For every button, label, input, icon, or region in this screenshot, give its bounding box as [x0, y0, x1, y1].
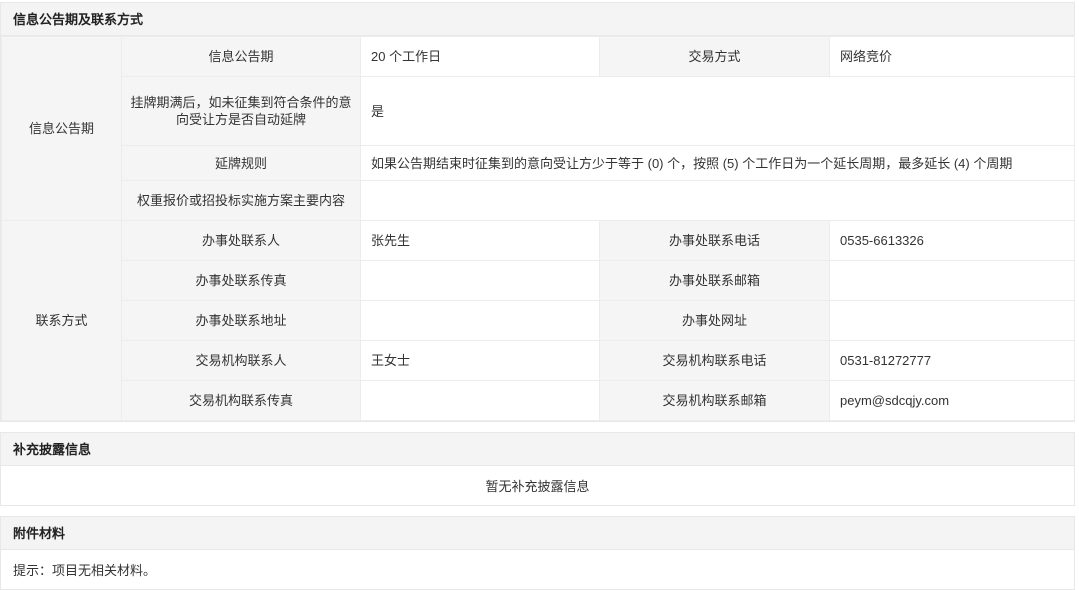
table-row: 办事处联系传真 办事处联系邮箱	[2, 261, 1075, 301]
cell-label-exchange-email: 交易机构联系邮箱	[600, 381, 830, 421]
cell-label-bid-plan: 权重报价或招投标实施方案主要内容	[122, 181, 361, 221]
cell-value-office-website	[830, 301, 1075, 341]
cell-value-announcement-period: 20 个工作日	[361, 37, 600, 77]
cell-value-extend-rule: 如果公告期结束时征集到的意向受让方少于等于 (0) 个，按照 (5) 个工作日为…	[361, 146, 1075, 181]
cell-label-office-address: 办事处联系地址	[122, 301, 361, 341]
table-row: 交易机构联系人 王女士 交易机构联系电话 0531-81272777	[2, 341, 1075, 381]
supplement-empty-text: 暂无补充披露信息	[1, 466, 1074, 505]
cell-value-office-address	[361, 301, 600, 341]
cell-value-office-phone: 0535-6613326	[830, 221, 1075, 261]
section-title-announcement: 信息公告期及联系方式	[1, 3, 1074, 36]
cell-label-exchange-contact: 交易机构联系人	[122, 341, 361, 381]
table-row: 挂牌期满后，如未征集到符合条件的意向受让方是否自动延牌 是	[2, 77, 1075, 146]
cell-label-trade-method: 交易方式	[600, 37, 830, 77]
table-row: 权重报价或招投标实施方案主要内容	[2, 181, 1075, 221]
cell-label-office-email: 办事处联系邮箱	[600, 261, 830, 301]
cell-label-exchange-phone: 交易机构联系电话	[600, 341, 830, 381]
cell-label-announcement-period: 信息公告期	[122, 37, 361, 77]
table-row: 联系方式 办事处联系人 张先生 办事处联系电话 0535-6613326	[2, 221, 1075, 261]
cell-label-office-phone: 办事处联系电话	[600, 221, 830, 261]
cell-label-office-website: 办事处网址	[600, 301, 830, 341]
cell-label-auto-extend: 挂牌期满后，如未征集到符合条件的意向受让方是否自动延牌	[122, 77, 361, 146]
table-row: 信息公告期 信息公告期 20 个工作日 交易方式 网络竞价	[2, 37, 1075, 77]
table-row: 办事处联系地址 办事处网址	[2, 301, 1075, 341]
cell-value-bid-plan	[361, 181, 1075, 221]
cell-value-office-contact: 张先生	[361, 221, 600, 261]
attachment-tip-text: 提示：项目无相关材料。	[1, 550, 1074, 589]
cell-label-extend-rule: 延牌规则	[122, 146, 361, 181]
cell-value-exchange-fax	[361, 381, 600, 421]
announcement-contact-section: 信息公告期及联系方式 信息公告期 信息公告期 20 个工作日 交易方式 网络竞价…	[0, 2, 1075, 422]
cell-value-office-email	[830, 261, 1075, 301]
group-cell-contact: 联系方式	[2, 221, 122, 421]
cell-value-office-fax	[361, 261, 600, 301]
group-cell-announcement: 信息公告期	[2, 37, 122, 221]
supplement-section: 补充披露信息 暂无补充披露信息	[0, 432, 1075, 506]
cell-value-trade-method: 网络竞价	[830, 37, 1075, 77]
section-title-attachment: 附件材料	[1, 517, 1074, 550]
cell-label-office-contact: 办事处联系人	[122, 221, 361, 261]
cell-label-exchange-fax: 交易机构联系传真	[122, 381, 361, 421]
cell-value-exchange-phone: 0531-81272777	[830, 341, 1075, 381]
table-row: 交易机构联系传真 交易机构联系邮箱 peym@sdcqjy.com	[2, 381, 1075, 421]
table-row: 延牌规则 如果公告期结束时征集到的意向受让方少于等于 (0) 个，按照 (5) …	[2, 146, 1075, 181]
section-title-supplement: 补充披露信息	[1, 433, 1074, 466]
cell-value-auto-extend: 是	[361, 77, 1075, 146]
cell-value-exchange-contact: 王女士	[361, 341, 600, 381]
announcement-contact-table: 信息公告期 信息公告期 20 个工作日 交易方式 网络竞价 挂牌期满后，如未征集…	[1, 36, 1075, 421]
cell-value-exchange-email: peym@sdcqjy.com	[830, 381, 1075, 421]
cell-label-office-fax: 办事处联系传真	[122, 261, 361, 301]
attachment-section: 附件材料 提示：项目无相关材料。	[0, 516, 1075, 590]
